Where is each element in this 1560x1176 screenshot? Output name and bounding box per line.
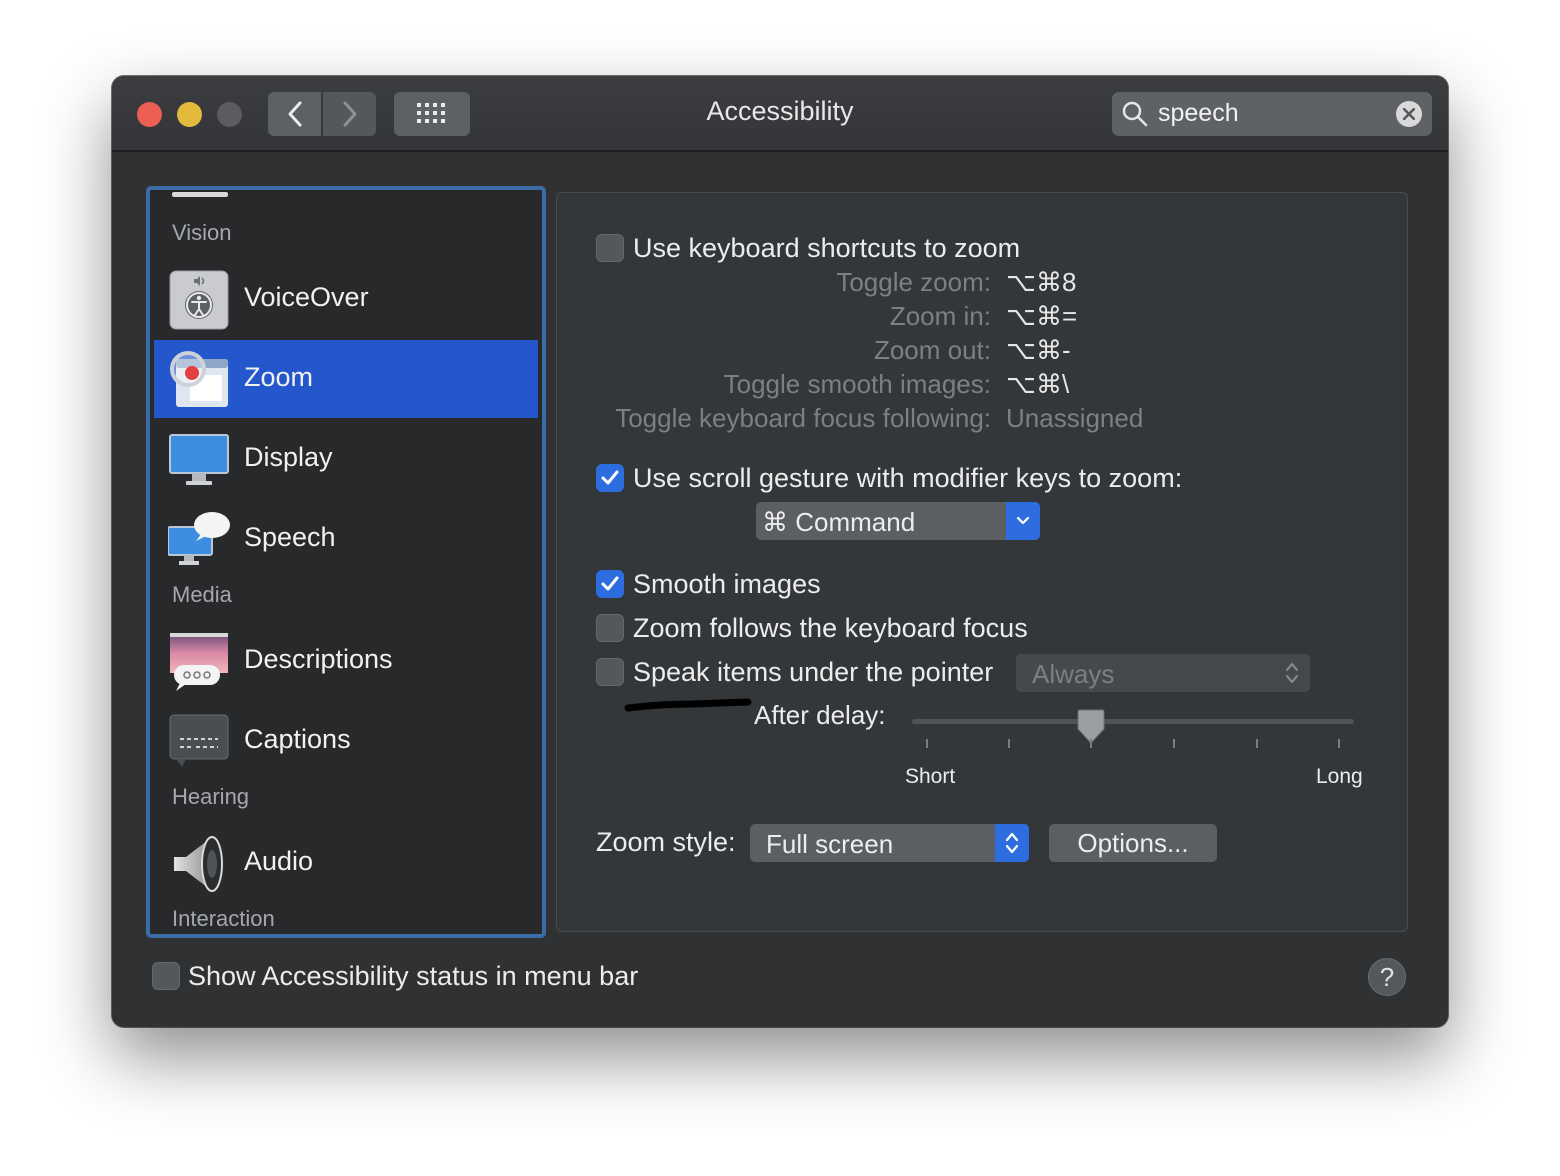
sidebar-item-audio[interactable]: Audio: [154, 824, 538, 902]
sidebar-item-captions[interactable]: Captions: [154, 702, 538, 780]
captions-icon: [168, 711, 230, 773]
zoom-icon: [168, 349, 230, 411]
delay-short-label: Short: [905, 765, 956, 788]
checkmark-icon: [601, 470, 619, 485]
smooth-images-checkbox[interactable]: [596, 570, 624, 598]
speak-items-label: Speak items under the pointer: [633, 657, 994, 687]
updown-chevron-icon: [995, 824, 1029, 862]
delay-slider-track[interactable]: [912, 719, 1354, 724]
delay-label: After delay:: [754, 700, 886, 730]
sidebar-item-zoom[interactable]: Zoom: [154, 340, 538, 418]
clear-search-button[interactable]: [1396, 101, 1422, 127]
sidebar-item-label: Descriptions: [244, 644, 393, 674]
annotation-underline: [624, 698, 752, 712]
checkmark-icon: [601, 576, 619, 591]
slider-tick: [1008, 739, 1010, 748]
sidebar-section-interaction: Interaction: [172, 906, 275, 931]
speak-mode-popup[interactable]: Always: [1016, 654, 1310, 692]
slider-tick: [1338, 739, 1340, 748]
close-icon: [1403, 108, 1415, 120]
shortcut-keys: ⌥⌘\: [1006, 369, 1070, 399]
slider-tick: [1090, 739, 1092, 748]
scrolled-item-remnant: [172, 192, 228, 197]
sidebar-item-voiceover[interactable]: VoiceOver: [154, 260, 538, 338]
chevron-down-icon: [1006, 502, 1040, 540]
zoom-style-popup[interactable]: Full screen: [750, 824, 1029, 862]
shortcut-keys: ⌥⌘8: [1006, 267, 1077, 297]
speak-mode-value: Always: [1032, 659, 1115, 689]
delay-long-label: Long: [1316, 765, 1363, 788]
title-bar: Accessibility speech: [112, 76, 1448, 152]
status-menu-label: Show Accessibility status in menu bar: [188, 961, 639, 991]
sidebar-item-label: VoiceOver: [244, 282, 369, 312]
slider-tick: [1256, 739, 1258, 748]
zoom-style-label: Zoom style:: [596, 827, 736, 857]
smooth-images-label: Smooth images: [633, 569, 821, 599]
sidebar-item-speech[interactable]: Speech: [154, 500, 538, 578]
audio-icon: [168, 833, 230, 895]
sidebar-section-hearing: Hearing: [172, 784, 250, 809]
slider-tick: [1173, 739, 1175, 748]
scroll-gesture-label: Use scroll gesture with modifier keys to…: [633, 463, 1183, 493]
help-button[interactable]: ?: [1368, 958, 1406, 996]
shortcut-name: Zoom out:: [873, 335, 991, 365]
sidebar-section-media: Media: [172, 582, 232, 607]
search-icon: [1122, 101, 1148, 127]
voiceover-icon: [168, 269, 230, 331]
shortcut-keys: ⌥⌘=: [1006, 301, 1078, 331]
follow-focus-checkbox[interactable]: [596, 614, 624, 642]
modifier-key-popup[interactable]: ⌘ Command: [756, 502, 1040, 540]
options-button[interactable]: Options...: [1049, 824, 1217, 862]
descriptions-icon: [168, 631, 230, 693]
shortcut-name: Toggle smooth images:: [723, 369, 991, 399]
sidebar-item-label: Zoom: [244, 362, 314, 392]
sidebar-section-vision: Vision: [172, 220, 232, 245]
updown-chevron-icon: [1286, 663, 1298, 683]
modifier-key-value: ⌘ Command: [762, 507, 916, 537]
preferences-window: Accessibility speech Vision VoiceOver Zo…: [112, 76, 1448, 1027]
speak-items-checkbox[interactable]: [596, 658, 624, 686]
sidebar-item-label: Speech: [244, 522, 336, 552]
search-input[interactable]: speech: [1158, 99, 1239, 128]
shortcut-name: Zoom in:: [889, 301, 991, 331]
shortcut-keys: ⌥⌘-: [1006, 335, 1071, 365]
follow-focus-label: Zoom follows the keyboard focus: [633, 613, 1028, 643]
keyboard-shortcuts-label: Use keyboard shortcuts to zoom: [633, 233, 1021, 263]
sidebar-item-label: Display: [244, 442, 333, 472]
search-field[interactable]: speech: [1112, 92, 1432, 136]
shortcut-name: Toggle keyboard focus following:: [615, 403, 991, 433]
display-icon: [168, 429, 230, 491]
sidebar-item-descriptions[interactable]: Descriptions: [154, 622, 538, 700]
sidebar-item-display[interactable]: Display: [154, 420, 538, 498]
zoom-style-value: Full screen: [766, 829, 894, 859]
shortcut-name: Toggle zoom:: [836, 267, 991, 297]
sidebar-item-label: Captions: [244, 724, 351, 754]
keyboard-shortcuts-checkbox[interactable]: [596, 234, 624, 262]
sidebar-item-label: Audio: [244, 846, 314, 876]
speech-icon: [167, 509, 230, 571]
sidebar-list[interactable]: Vision VoiceOver Zoom Display Speech Med…: [146, 186, 546, 938]
scroll-gesture-checkbox[interactable]: [596, 464, 624, 492]
shortcut-keys: Unassigned: [1006, 403, 1144, 433]
slider-tick: [926, 739, 928, 748]
status-menu-checkbox[interactable]: [152, 962, 180, 990]
